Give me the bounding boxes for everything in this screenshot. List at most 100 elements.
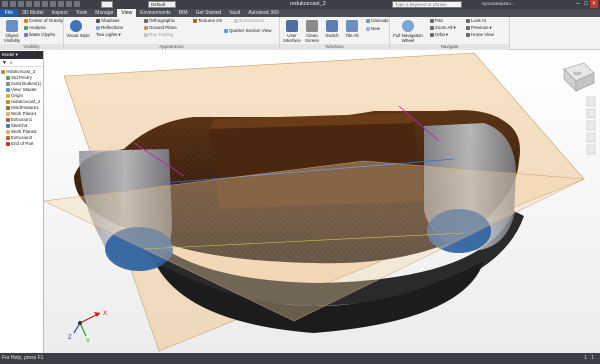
tab-3d-model[interactable]: 3D Model	[18, 9, 47, 17]
tab-inspect[interactable]: Inspect	[47, 9, 71, 17]
tab-file[interactable]: File	[0, 9, 19, 17]
view-cube[interactable]: TOP	[563, 62, 595, 92]
analysis-icon	[24, 26, 28, 30]
status-counts: 1 1	[584, 353, 594, 364]
analysis-button[interactable]: Analysis	[24, 25, 46, 31]
browser-toolbar: ▼ ⌕	[0, 59, 43, 67]
solid-bodies-icon	[6, 82, 10, 86]
status-count-2: 1	[591, 355, 594, 361]
feature-icon	[6, 106, 10, 110]
tab-tools[interactable]: Tools	[72, 9, 92, 17]
search-input[interactable]: Type a keyword or phrase	[392, 1, 462, 8]
ray-tracing-icon	[144, 33, 148, 37]
imate-icon	[24, 33, 28, 37]
derived-part-icon	[6, 100, 10, 104]
lighting-label: Two Lights	[96, 32, 118, 37]
home-icon[interactable]	[42, 1, 48, 7]
tile-all-button[interactable]: Tile All	[342, 33, 362, 38]
ground-plane-label: Ground Plane	[149, 25, 177, 30]
new-icon[interactable]	[2, 1, 8, 7]
navigation-wheel-icon	[402, 20, 414, 32]
shadows-button[interactable]: Shadows	[96, 18, 120, 24]
full-navigation-wheel-button[interactable]: Full Navigation Wheel	[392, 33, 424, 43]
ray-tracing-button[interactable]: Ray Tracing	[144, 32, 173, 38]
gravity-icon	[24, 19, 28, 23]
tab-view[interactable]: View	[117, 9, 137, 17]
pan-label: Pan	[435, 18, 444, 23]
measure-icon[interactable]	[66, 1, 72, 7]
coordinate-triad: X Y Z	[68, 311, 107, 345]
reflections-label: Reflections	[101, 25, 124, 30]
pan-button[interactable]: Pan	[430, 18, 443, 24]
user-interface-button[interactable]: User Interface	[281, 33, 303, 43]
new-window-icon	[366, 27, 370, 31]
maximize-icon[interactable]: □	[582, 0, 590, 8]
new-window-button[interactable]: New	[366, 26, 380, 32]
material-select[interactable]	[101, 1, 113, 8]
imate-glyphs-button[interactable]: iMate Glyphs	[24, 32, 55, 38]
previous-icon	[466, 26, 470, 30]
appearance-icon[interactable]	[74, 1, 80, 7]
tab-autodesk-360[interactable]: Autodesk 360	[244, 9, 283, 17]
tab-bim[interactable]: BIM	[175, 9, 192, 17]
ground-plane-button[interactable]: Ground Plane	[144, 25, 177, 31]
textures-on-button[interactable]: Textures On	[193, 18, 222, 24]
appearance-panel-title: Appearance	[64, 44, 279, 50]
home-view-button[interactable]: Home View	[466, 32, 494, 38]
illuminations-button[interactable]: Illuminations	[234, 18, 264, 24]
minimize-icon[interactable]: –	[574, 0, 582, 8]
filter-icon[interactable]: ▼	[2, 60, 7, 66]
select-icon[interactable]	[50, 1, 56, 7]
update-icon[interactable]	[58, 1, 64, 7]
quarter-section-label: Quarter Section View	[229, 28, 272, 33]
extrusion-icon	[6, 136, 10, 140]
orthographic-button[interactable]: Orthographic	[144, 18, 175, 24]
find-icon[interactable]: ⌕	[10, 60, 13, 66]
tab-vault[interactable]: Vault	[225, 9, 244, 17]
center-gravity-button[interactable]: Center of Gravity	[24, 18, 63, 24]
chevron-down-icon: ▾	[118, 32, 121, 37]
clean-screen-button[interactable]: Clean Screen	[302, 33, 322, 43]
lighting-select[interactable]: Two Lights ▾	[96, 32, 121, 38]
reflections-button[interactable]: Reflections	[96, 25, 123, 31]
undo-icon[interactable]	[26, 1, 32, 7]
extrusion-icon	[6, 118, 10, 122]
style-select[interactable]: Default	[148, 1, 176, 8]
previous-view-button[interactable]: Previous ▾	[466, 25, 492, 31]
tab-environments[interactable]: Environments	[136, 9, 175, 17]
imate-glyphs-label: iMate Glyphs	[29, 32, 56, 37]
orbit-tool-icon[interactable]	[586, 132, 596, 143]
tree-item-end-of-part[interactable]: End of Part	[1, 141, 42, 147]
window-controls: – □ ×	[574, 0, 598, 8]
cascade-button[interactable]: Cascade	[366, 18, 389, 24]
orthographic-icon	[144, 19, 148, 23]
redo-icon[interactable]	[34, 1, 40, 7]
graphics-viewport[interactable]: TOP X Y Z	[44, 51, 600, 353]
clean-screen-icon	[306, 20, 318, 32]
quarter-section-button[interactable]: Quarter Section View	[224, 28, 271, 34]
orbit-button[interactable]: Orbit ▾	[430, 32, 448, 38]
open-icon[interactable]	[10, 1, 16, 7]
axis-x-label: X	[103, 311, 107, 317]
zoom-tool-icon[interactable]	[586, 120, 596, 131]
visual-style-button[interactable]: Visual Style	[65, 33, 91, 38]
visibility-panel-title: Visibility	[0, 44, 63, 50]
home-view-label: Home View	[471, 32, 494, 37]
close-icon[interactable]: ×	[590, 0, 598, 8]
switch-button[interactable]: Switch	[322, 33, 342, 38]
object-visibility-button[interactable]: Object Visibility	[1, 33, 23, 43]
save-icon[interactable]	[18, 1, 24, 7]
center-gravity-label: Center of Gravity	[29, 18, 64, 23]
title-bar: Default redukcecast_2 Type a keyword or …	[0, 0, 600, 9]
axis-y-label: Y	[86, 339, 90, 345]
look-at-button[interactable]: Look At	[466, 18, 486, 24]
browser-header[interactable]: Model ▾	[0, 51, 43, 59]
steering-wheel-icon[interactable]	[586, 96, 596, 107]
user-account[interactable]: vymazania1ko...	[482, 1, 515, 6]
tab-manage[interactable]: Manage	[91, 9, 117, 17]
pan-tool-icon[interactable]	[586, 108, 596, 119]
tab-get-started[interactable]: Get Started	[192, 9, 226, 17]
zoom-all-button[interactable]: Zoom All ▾	[430, 25, 456, 31]
look-at-tool-icon[interactable]	[586, 144, 596, 155]
textures-on-label: Textures On	[198, 18, 223, 23]
